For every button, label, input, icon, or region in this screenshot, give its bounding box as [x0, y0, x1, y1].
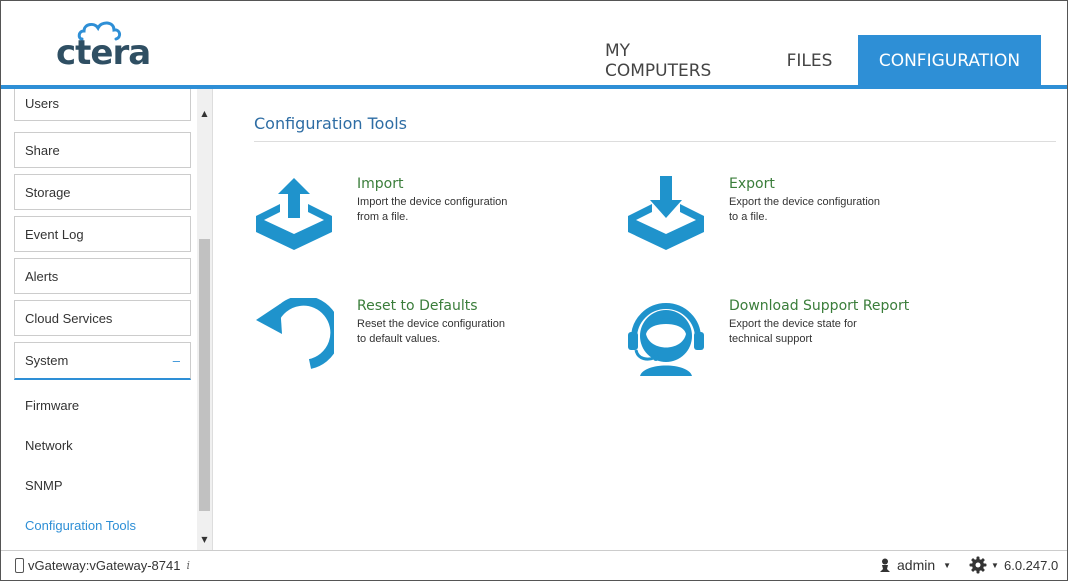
- status-bar: vGateway:vGateway-8741 i admin ▼ ▼ 6.0.2…: [1, 550, 1067, 580]
- import-label: Import: [357, 176, 404, 192]
- device-indicator[interactable]: vGateway:vGateway-8741 i: [15, 558, 190, 573]
- main-nav: MY COMPUTERS FILES CONFIGURATION: [581, 35, 1041, 87]
- support-report-label: Download Support Report: [729, 298, 910, 314]
- chevron-down-icon: ▼: [943, 560, 952, 570]
- logo-text: ctera: [56, 33, 151, 73]
- sidebar-item-label: Cloud Services: [25, 310, 113, 326]
- export-icon: [628, 176, 704, 250]
- sidebar-subitem-snmp[interactable]: SNMP: [25, 478, 63, 493]
- sidebar-item-label: Storage: [25, 184, 71, 200]
- reset-icon: [256, 298, 334, 369]
- support-headset-icon: [628, 303, 704, 376]
- support-report-description: Export the device state for technical su…: [729, 318, 857, 345]
- settings-menu[interactable]: ▼: [969, 556, 999, 574]
- user-menu[interactable]: admin ▼: [879, 557, 951, 573]
- export-label: Export: [729, 176, 775, 192]
- sidebar-item-users[interactable]: Users: [14, 89, 191, 121]
- sidebar-subitem-firmware[interactable]: Firmware: [25, 398, 79, 413]
- sidebar-subitem-configuration-tools[interactable]: Configuration Tools: [25, 518, 136, 533]
- import-icon: [256, 178, 332, 250]
- info-icon[interactable]: i: [186, 559, 190, 572]
- export-tool[interactable]: Export Export the device configuration t…: [626, 176, 946, 266]
- sidebar-item-event-log[interactable]: Event Log: [14, 216, 191, 252]
- sidebar-subitem-network[interactable]: Network: [25, 438, 73, 453]
- scroll-thumb[interactable]: [199, 239, 210, 511]
- sidebar-item-cloud-services[interactable]: Cloud Services: [14, 300, 191, 336]
- scroll-up-icon[interactable]: ▲: [197, 107, 212, 119]
- import-tool[interactable]: Import Import the device configuration f…: [254, 176, 574, 266]
- reset-description: Reset the device configuration to defaul…: [357, 318, 505, 345]
- page-title: Configuration Tools: [254, 114, 408, 133]
- sidebar-item-system[interactable]: System –: [14, 342, 191, 380]
- tab-my-computers[interactable]: MY COMPUTERS: [581, 35, 761, 87]
- scroll-down-icon[interactable]: ▼: [197, 533, 212, 545]
- sidebar: Users Share Storage Event Log Alerts Clo…: [1, 89, 213, 550]
- sidebar-item-label: System: [25, 353, 69, 368]
- user-icon: [880, 558, 890, 572]
- reset-label: Reset to Defaults: [357, 298, 478, 314]
- export-description: Export the device configuration to a fil…: [729, 196, 881, 223]
- sidebar-item-alerts[interactable]: Alerts: [14, 258, 191, 294]
- app-window: ctera MY COMPUTERS FILES CONFIGURATION U…: [0, 0, 1068, 581]
- sidebar-item-label: Users: [25, 95, 59, 111]
- sidebar-item-label: Event Log: [25, 226, 84, 242]
- import-description: Import the device configuration from a f…: [357, 196, 508, 223]
- sidebar-scrollbar[interactable]: ▲ ▼: [197, 89, 212, 550]
- chevron-down-icon: ▼: [991, 560, 999, 570]
- gear-icon: [969, 556, 987, 574]
- sidebar-item-label: Share: [25, 142, 60, 158]
- tab-configuration[interactable]: CONFIGURATION: [858, 35, 1041, 87]
- sidebar-item-label: Alerts: [25, 268, 59, 284]
- collapse-toggle-icon[interactable]: –: [173, 353, 180, 368]
- tab-files[interactable]: FILES: [761, 35, 858, 87]
- reset-to-defaults-tool[interactable]: Reset to Defaults Reset the device confi…: [254, 298, 574, 388]
- version-label: 6.0.247.0: [1004, 558, 1059, 573]
- device-icon: [15, 558, 24, 573]
- user-name: admin: [897, 557, 936, 573]
- sidebar-item-storage[interactable]: Storage: [14, 174, 191, 210]
- sidebar-item-share[interactable]: Share: [14, 132, 191, 168]
- title-divider: [254, 141, 1056, 142]
- ctera-logo[interactable]: ctera: [56, 19, 156, 73]
- main-content: Configuration Tools Import Import the de…: [214, 89, 1067, 550]
- header: ctera MY COMPUTERS FILES CONFIGURATION: [1, 1, 1067, 89]
- device-name: vGateway:vGateway-8741: [28, 558, 181, 573]
- download-support-report-tool[interactable]: Download Support Report Export the devic…: [626, 298, 946, 388]
